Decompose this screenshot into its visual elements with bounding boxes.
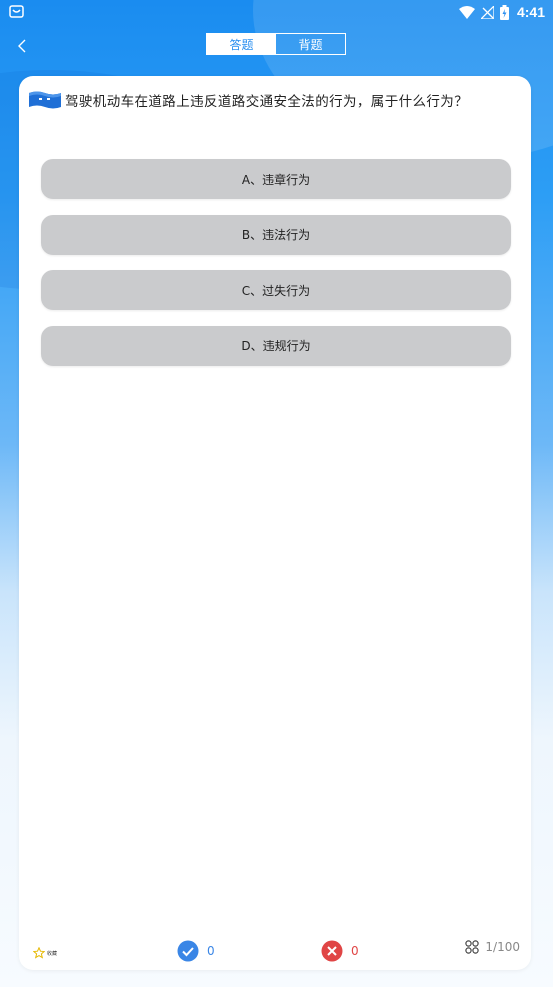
no-signal-icon xyxy=(480,5,494,19)
question-row: 驾驶机动车在道路上违反道路交通安全法的行为，属于什么行为？ xyxy=(28,90,523,110)
clock: 4:41 xyxy=(516,4,545,20)
status-right: 4:41 xyxy=(458,3,545,21)
notification-app-icon xyxy=(9,5,24,18)
flag-icon xyxy=(29,91,61,109)
wifi-icon xyxy=(458,5,475,19)
answer-options: A、违章行为 B、违法行为 C、过失行为 D、违规行为 xyxy=(41,159,511,381)
option-a[interactable]: A、违章行为 xyxy=(41,159,511,199)
correct-counter: 0 xyxy=(177,940,215,962)
header: 答题 背题 xyxy=(0,24,553,74)
wrong-count: 0 xyxy=(351,944,359,958)
star-icon xyxy=(33,947,45,959)
option-c[interactable]: C、过失行为 xyxy=(41,270,511,310)
option-d[interactable]: D、违规行为 xyxy=(41,325,511,366)
mode-tab-switch: 答题 背题 xyxy=(206,33,346,55)
x-circle-icon xyxy=(321,940,343,962)
correct-count: 0 xyxy=(207,944,215,958)
progress-text: 1/100 xyxy=(485,940,520,954)
favorite-label: 收藏 xyxy=(47,950,58,957)
question-card: 驾驶机动车在道路上违反道路交通安全法的行为，属于什么行为？ A、违章行为 B、违… xyxy=(19,76,531,970)
tab-memorize[interactable]: 背题 xyxy=(276,34,345,54)
back-button[interactable] xyxy=(10,34,34,58)
battery-icon xyxy=(499,4,509,20)
wrong-counter: 0 xyxy=(321,940,359,962)
option-b[interactable]: B、违法行为 xyxy=(41,214,511,255)
check-circle-icon xyxy=(177,940,199,962)
grid-icon xyxy=(465,940,480,954)
status-bar: 4:41 xyxy=(0,0,553,24)
chevron-left-icon xyxy=(18,39,26,53)
question-progress-button[interactable]: 1/100 xyxy=(465,940,520,954)
tab-answer[interactable]: 答题 xyxy=(207,34,276,54)
favorite-button[interactable]: 收藏 xyxy=(33,947,57,959)
bottom-bar: 收藏 0 0 1/100 xyxy=(19,940,531,970)
question-text: 驾驶机动车在道路上违反道路交通安全法的行为，属于什么行为？ xyxy=(65,94,469,110)
